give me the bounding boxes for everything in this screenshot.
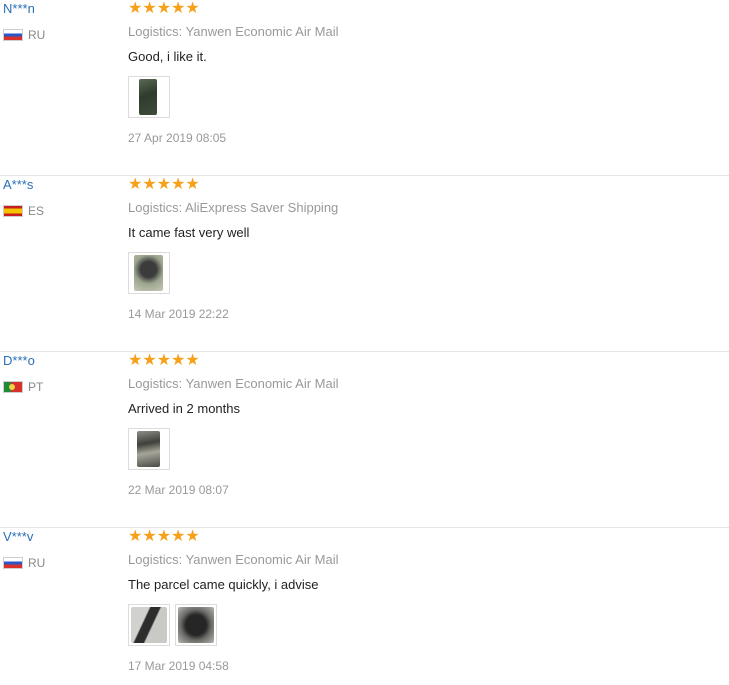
country-code: ES xyxy=(28,204,45,218)
reviewer-country: PT xyxy=(3,380,43,394)
review-date: 27 Apr 2019 08:05 xyxy=(128,131,227,145)
flag-ru-icon xyxy=(3,557,23,569)
review-date: 17 Mar 2019 04:58 xyxy=(128,659,229,673)
logistics-info: Logistics: Yanwen Economic Air Mail xyxy=(128,552,339,567)
review-photo-thumbnail[interactable] xyxy=(128,428,170,470)
photo-image xyxy=(134,255,163,291)
review-photos xyxy=(128,252,170,294)
reviewer-name[interactable]: A***s xyxy=(3,177,33,192)
review-photo-thumbnail[interactable] xyxy=(128,604,170,646)
review-item: N***n RU ★★★★★ Logistics: Yanwen Economi… xyxy=(0,0,729,176)
review-date: 14 Mar 2019 22:22 xyxy=(128,307,229,321)
country-code: RU xyxy=(28,28,46,42)
review-item: D***o PT ★★★★★ Logistics: Yanwen Economi… xyxy=(0,352,729,528)
reviewer-name[interactable]: V***v xyxy=(3,529,33,544)
logistics-info: Logistics: Yanwen Economic Air Mail xyxy=(128,24,339,39)
flag-pt-icon xyxy=(3,381,23,393)
reviewer-country: RU xyxy=(3,28,45,42)
star-rating: ★★★★★ xyxy=(128,352,200,369)
star-rating: ★★★★★ xyxy=(128,0,200,17)
logistics-info: Logistics: AliExpress Saver Shipping xyxy=(128,200,339,215)
photo-image xyxy=(137,431,160,467)
country-code: RU xyxy=(28,556,46,570)
flag-es-icon xyxy=(3,205,23,217)
review-comment: The parcel came quickly, i advise xyxy=(128,577,319,592)
star-rating: ★★★★★ xyxy=(128,176,200,193)
review-comment: It came fast very well xyxy=(128,225,250,240)
review-comment: Arrived in 2 months xyxy=(128,401,240,416)
reviewer-name[interactable]: D***o xyxy=(3,353,35,368)
review-photos xyxy=(128,428,170,470)
review-photos xyxy=(128,604,217,646)
review-photo-thumbnail[interactable] xyxy=(175,604,217,646)
star-rating: ★★★★★ xyxy=(128,528,200,545)
review-list: N***n RU ★★★★★ Logistics: Yanwen Economi… xyxy=(0,0,729,685)
reviewer-country: RU xyxy=(3,556,45,570)
review-item: A***s ES ★★★★★ Logistics: AliExpress Sav… xyxy=(0,176,729,352)
photo-image xyxy=(131,607,167,643)
reviewer-name[interactable]: N***n xyxy=(3,1,35,16)
logistics-info: Logistics: Yanwen Economic Air Mail xyxy=(128,376,339,391)
review-photo-thumbnail[interactable] xyxy=(128,76,170,118)
photo-image xyxy=(139,79,157,115)
review-date: 22 Mar 2019 08:07 xyxy=(128,483,229,497)
reviewer-country: ES xyxy=(3,204,44,218)
country-code: PT xyxy=(28,380,44,394)
flag-ru-icon xyxy=(3,29,23,41)
review-photos xyxy=(128,76,170,118)
review-comment: Good, i like it. xyxy=(128,49,207,64)
review-photo-thumbnail[interactable] xyxy=(128,252,170,294)
photo-image xyxy=(178,607,214,643)
review-item: V***v RU ★★★★★ Logistics: Yanwen Economi… xyxy=(0,528,729,685)
